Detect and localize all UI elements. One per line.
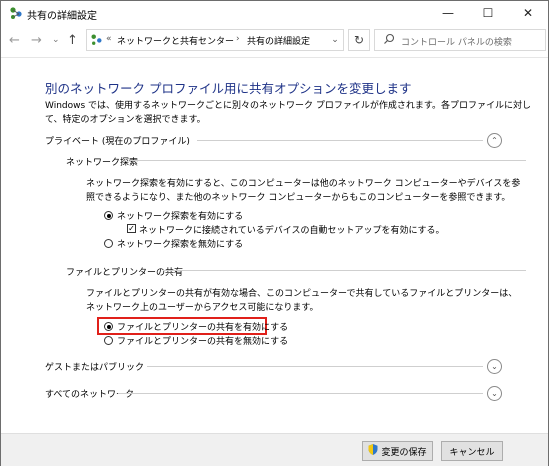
network-discovery-label: ネットワーク探索 [66,158,139,168]
chevron-down-icon[interactable]: ⌄ [487,359,502,374]
file-printer-sharing-text: ファイルとプリンターの共有が有効な場合、このコンピューターで共有しているファイル… [86,289,518,313]
search-icon [383,33,395,48]
address-bar[interactable]: « ネットワークと共有センター › 共有の詳細設定 [86,29,344,51]
page-title: 別のネットワーク プロファイル用に共有オプションを変更します [45,81,412,96]
network-discovery-on-radio[interactable] [104,211,113,220]
cancel-button[interactable]: キャンセル [441,441,503,461]
close-button[interactable]: ✕ [508,1,548,25]
breadcrumb-overflow-icon[interactable]: « [106,34,112,44]
address-history-dropdown-icon[interactable]: ⌄ [326,29,344,51]
window-title: 共有の詳細設定 [27,11,97,22]
forward-arrow-icon[interactable]: → [31,33,42,48]
breadcrumb-item-network-center[interactable]: ネットワークと共有センター [117,34,234,47]
network-discovery-off-label[interactable]: ネットワーク探索を無効にする [117,237,243,250]
back-arrow-icon[interactable]: ← [9,33,20,48]
shield-icon [368,444,378,458]
network-discovery-text: ネットワーク探索を有効にすると、このコンピューターは他のネットワーク コンピュー… [86,179,521,203]
control-panel-network-icon [90,33,103,49]
recent-locations-dropdown-icon[interactable]: ⌄ [52,35,60,45]
auto-setup-label[interactable]: ネットワークに接続されているデバイスの自動セットアップを有効にする。 [139,223,445,236]
refresh-button[interactable]: ↻ [348,29,370,51]
search-placeholder: コントロール パネルの検索 [401,38,512,48]
chevron-down-icon[interactable]: ⌄ [487,386,502,401]
save-changes-button[interactable]: 変更の保存 [362,441,433,461]
file-printer-sharing-label: ファイルとプリンターの共有 [66,268,184,278]
chevron-up-icon[interactable]: ⌃ [487,133,502,148]
up-arrow-icon[interactable]: ↑ [67,33,78,48]
file-sharing-on-radio[interactable] [104,322,113,331]
private-profile-label[interactable]: プライベート (現在のプロファイル) [45,134,190,147]
auto-setup-checkbox[interactable]: ✓ [127,224,136,233]
divider [130,160,526,161]
divider [147,366,483,367]
network-discovery-on-label[interactable]: ネットワーク探索を有効にする [117,209,243,222]
search-input[interactable]: コントロール パネルの検索 [374,29,546,51]
network-discovery-off-radio[interactable] [104,239,113,248]
minimize-button[interactable]: — [428,1,468,25]
title-bar: 共有の詳細設定 — ☐ ✕ [1,1,548,25]
divider [118,393,483,394]
breadcrumb-separator-icon: › [236,34,240,44]
footer-bar: 変更の保存 キャンセル [1,433,548,466]
breadcrumb-item-advanced-sharing[interactable]: 共有の詳細設定 [247,34,310,47]
file-sharing-on-label[interactable]: ファイルとプリンターの共有を有効にする [117,320,288,333]
guest-public-label[interactable]: ゲストまたはパブリック [45,360,144,373]
divider [163,270,526,271]
network-sharing-icon [9,6,23,23]
file-sharing-off-radio[interactable] [104,336,113,345]
page-description: Windows では、使用するネットワークごとに別々のネットワーク プロファイル… [45,101,531,125]
maximize-button[interactable]: ☐ [468,1,508,25]
save-changes-label: 変更の保存 [381,447,427,458]
file-sharing-off-label[interactable]: ファイルとプリンターの共有を無効にする [117,334,288,347]
divider [197,140,483,141]
navigation-bar: ← → ⌄ ↑ « ネットワークと共有センター › 共有の詳細設定 ⌄ ↻ コン… [1,25,548,58]
